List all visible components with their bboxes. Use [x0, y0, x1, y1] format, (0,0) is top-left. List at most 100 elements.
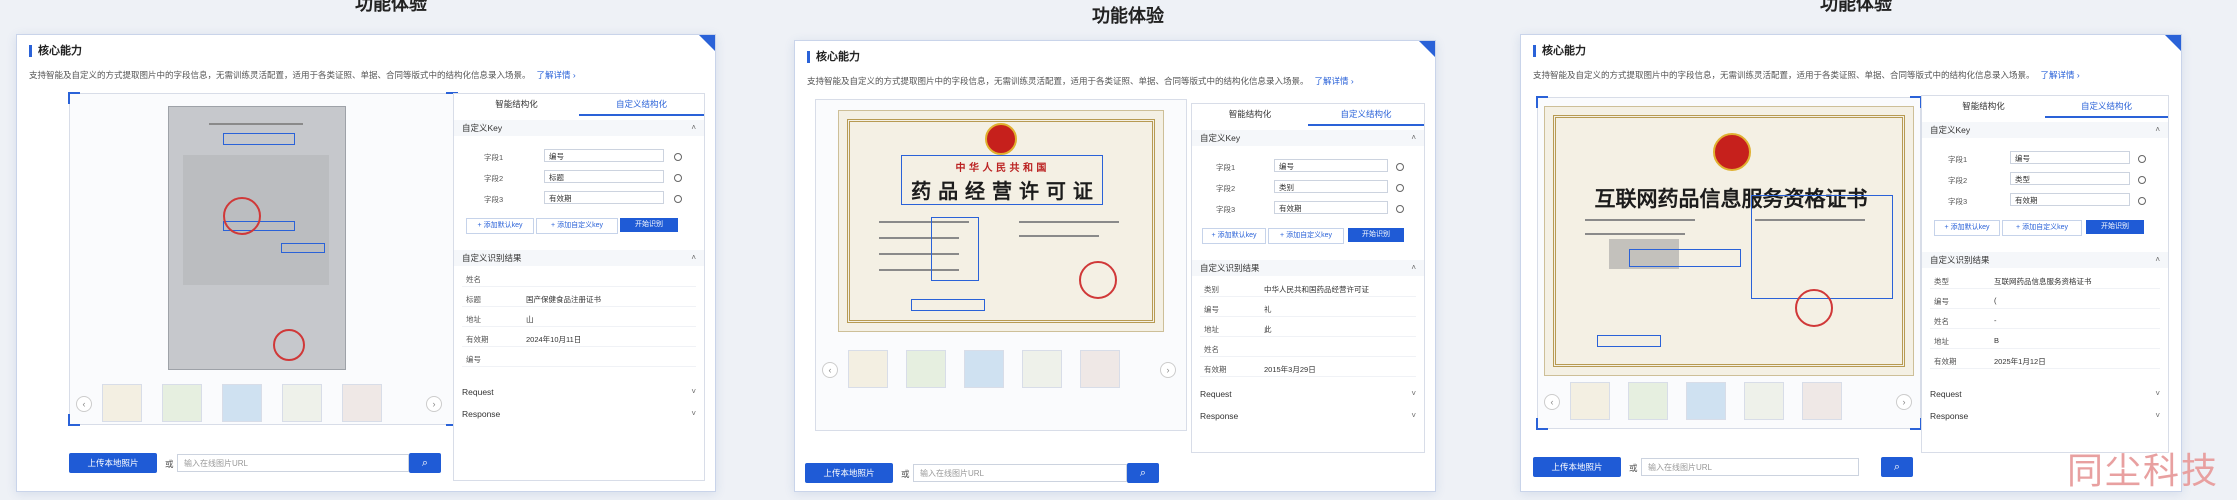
search-button[interactable]: ⌕: [409, 453, 441, 473]
field-label: 字段1: [1216, 163, 1236, 172]
url-input[interactable]: 输入在线图片URL: [1641, 458, 1859, 476]
panel-description: 支持智能及自定义的方式提取图片中的字段信息，无需训练灵活配置，适用于各类证照、单…: [1533, 70, 2080, 80]
response-section[interactable]: Response ˅: [454, 406, 704, 422]
field-label: 字段2: [1216, 184, 1236, 193]
search-button[interactable]: ⌕: [1127, 463, 1159, 483]
field-input[interactable]: 编号: [544, 149, 664, 162]
result-row: 地址山: [462, 310, 696, 327]
search-button[interactable]: ⌕: [1881, 457, 1913, 477]
tab-smart[interactable]: 智能结构化: [454, 94, 579, 114]
or-label: 或: [165, 459, 174, 469]
add-default-key-button[interactable]: + 添加默认key: [1934, 220, 2000, 236]
start-recognition-button[interactable]: 开始识别: [2086, 220, 2144, 234]
add-custom-key-button[interactable]: + 添加自定义key: [536, 218, 618, 234]
delete-field-icon[interactable]: [2138, 176, 2146, 184]
result-section[interactable]: 自定义识别结果 ˄: [1192, 260, 1424, 276]
field-input[interactable]: 编号: [2010, 151, 2130, 164]
search-icon: ⌕: [1139, 467, 1147, 479]
field-input[interactable]: 有效期: [2010, 193, 2130, 206]
add-custom-key-button[interactable]: + 添加自定义key: [2002, 220, 2082, 236]
field-input[interactable]: 类型: [2010, 172, 2130, 185]
result-row: 类型 互联网药品信息服务资格证书: [1930, 272, 2160, 289]
upload-local-button[interactable]: 上传本地照片: [69, 453, 157, 473]
thumbnail[interactable]: [1570, 382, 1610, 420]
result-row: 编号礼: [1200, 300, 1416, 317]
start-recognition-button[interactable]: 开始识别: [1348, 228, 1404, 242]
field-input[interactable]: 类别: [1274, 180, 1388, 193]
delete-field-icon[interactable]: [2138, 155, 2146, 163]
delete-field-icon[interactable]: [2138, 197, 2146, 205]
tab-custom[interactable]: 自定义结构化: [579, 94, 704, 116]
learn-more-link[interactable]: 了解详情 ›: [1315, 76, 1354, 86]
custom-key-section[interactable]: 自定义Key ˄: [1922, 122, 2168, 138]
url-input[interactable]: 输入在线图片URL: [177, 454, 409, 472]
thumbnail[interactable]: [282, 384, 322, 422]
chevron-right-icon[interactable]: ›: [1896, 394, 1912, 410]
delete-field-icon[interactable]: [1396, 163, 1404, 171]
delete-field-icon[interactable]: [1396, 184, 1404, 192]
chevron-left-icon[interactable]: ‹: [822, 362, 838, 378]
field-label: 字段1: [484, 153, 504, 162]
thumbnail[interactable]: [1080, 350, 1120, 388]
learn-more-link[interactable]: 了解详情 ›: [2041, 70, 2080, 80]
delete-field-icon[interactable]: [674, 153, 682, 161]
chevron-up-icon: ˄: [2155, 125, 2160, 134]
thumbnail[interactable]: [906, 350, 946, 388]
panel-description: 支持智能及自定义的方式提取图片中的字段信息，无需训练灵活配置，适用于各类证照、单…: [29, 70, 576, 80]
thumbnail[interactable]: [222, 384, 262, 422]
chevron-right-icon[interactable]: ›: [426, 396, 442, 412]
chevron-right-icon[interactable]: ›: [1160, 362, 1176, 378]
start-recognition-button[interactable]: 开始识别: [620, 218, 678, 232]
document-image: 中 华 人 民 共 和 国 药 品 经 营 许 可 证: [838, 110, 1164, 332]
delete-field-icon[interactable]: [1396, 205, 1404, 213]
learn-more-link[interactable]: 了解详情 ›: [537, 70, 576, 80]
tab-smart[interactable]: 智能结构化: [1922, 96, 2045, 116]
result-row: 姓名: [1200, 340, 1416, 357]
demo-card-3: 核心能力 支持智能及自定义的方式提取图片中的字段信息，无需训练灵活配置，适用于各…: [1520, 34, 2182, 492]
thumbnail[interactable]: [848, 350, 888, 388]
request-section[interactable]: Request ˅: [454, 384, 704, 400]
result-row: 有效期 2024年10月11日: [462, 330, 696, 347]
result-section[interactable]: 自定义识别结果 ˄: [1922, 252, 2168, 268]
tab-custom[interactable]: 自定义结构化: [1308, 104, 1424, 126]
thumbnail[interactable]: [1744, 382, 1784, 420]
field-input[interactable]: 有效期: [1274, 201, 1388, 214]
section-title: 功能体验: [355, 0, 427, 15]
response-section[interactable]: Response ˅: [1922, 408, 2168, 424]
field-input[interactable]: 有效期: [544, 191, 664, 204]
chevron-left-icon[interactable]: ‹: [76, 396, 92, 412]
delete-field-icon[interactable]: [674, 174, 682, 182]
request-section[interactable]: Request ˅: [1192, 386, 1424, 402]
thumbnail[interactable]: [964, 350, 1004, 388]
thumbnail[interactable]: [342, 384, 382, 422]
thumbnail[interactable]: [1628, 382, 1668, 420]
thumbnail[interactable]: [1686, 382, 1726, 420]
result-row: 编号: [462, 350, 696, 367]
upload-local-button[interactable]: 上传本地照片: [1533, 457, 1621, 477]
request-section[interactable]: Request ˅: [1922, 386, 2168, 402]
chevron-up-icon: ˄: [691, 253, 696, 262]
field-input[interactable]: 编号: [1274, 159, 1388, 172]
chevron-left-icon[interactable]: ‹: [1544, 394, 1560, 410]
tab-custom[interactable]: 自定义结构化: [2045, 96, 2168, 118]
result-row: 姓名: [462, 270, 696, 287]
custom-key-section[interactable]: 自定义Key ˄: [1192, 130, 1424, 146]
response-section[interactable]: Response ˅: [1192, 408, 1424, 424]
url-input[interactable]: 输入在线图片URL: [913, 464, 1127, 482]
delete-field-icon[interactable]: [674, 195, 682, 203]
thumbnail[interactable]: [102, 384, 142, 422]
search-icon: ⌕: [1893, 461, 1901, 473]
document-image: [168, 106, 346, 370]
custom-key-section[interactable]: 自定义Key ˄: [454, 120, 704, 136]
tab-smart[interactable]: 智能结构化: [1192, 104, 1308, 124]
add-default-key-button[interactable]: + 添加默认key: [466, 218, 534, 234]
result-row: 地址 B: [1930, 332, 2160, 349]
add-custom-key-button[interactable]: + 添加自定义key: [1268, 228, 1344, 244]
result-section[interactable]: 自定义识别结果 ˄: [454, 250, 704, 266]
upload-local-button[interactable]: 上传本地照片: [805, 463, 893, 483]
field-input[interactable]: 标题: [544, 170, 664, 183]
add-default-key-button[interactable]: + 添加默认key: [1202, 228, 1266, 244]
thumbnail[interactable]: [162, 384, 202, 422]
thumbnail[interactable]: [1022, 350, 1062, 388]
thumbnail[interactable]: [1802, 382, 1842, 420]
